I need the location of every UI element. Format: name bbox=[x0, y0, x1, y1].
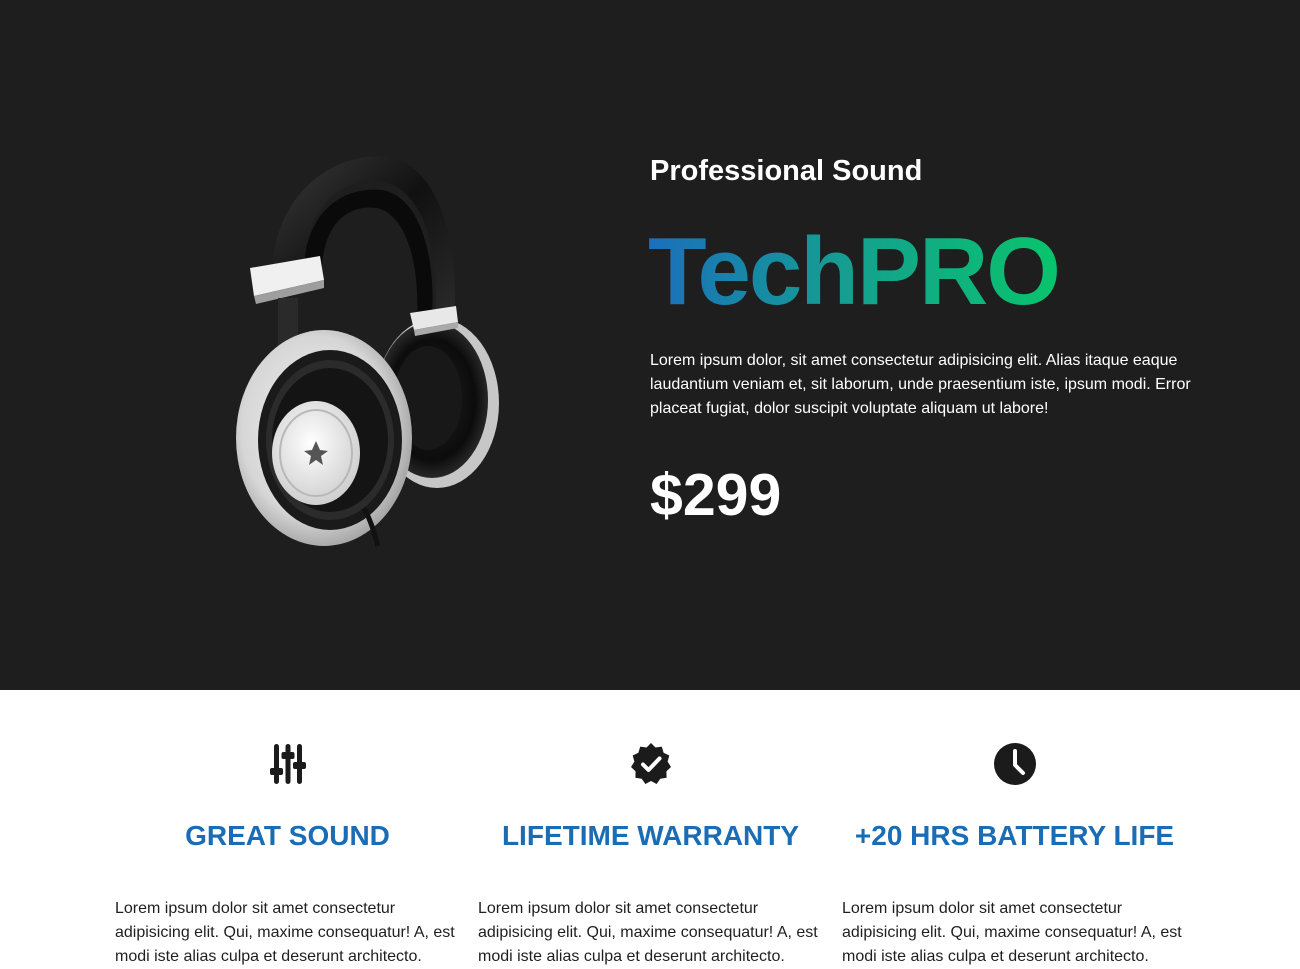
features-section: GREAT SOUND Lorem ipsum dolor sit amet c… bbox=[0, 690, 1300, 966]
badge-check-icon bbox=[630, 743, 671, 784]
feature-heading: +20 HRS BATTERY LIFE bbox=[854, 820, 1175, 851]
feature-lifetime-warranty: LIFETIME WARRANTY Lorem ipsum dolor sit … bbox=[478, 690, 823, 966]
hero-section: Professional Sound TechPRO Lorem ipsum d… bbox=[0, 0, 1300, 690]
feature-text: Lorem ipsum dolor sit amet consectetur a… bbox=[478, 900, 818, 965]
feature-battery-life: +20 HRS BATTERY LIFE Lorem ipsum dolor s… bbox=[842, 690, 1187, 966]
feature-text: Lorem ipsum dolor sit amet consectetur a… bbox=[842, 900, 1182, 965]
feature-heading: GREAT SOUND bbox=[185, 820, 390, 851]
clock-icon bbox=[993, 743, 1036, 785]
product-description: Lorem ipsum dolor, sit amet consectetur … bbox=[650, 352, 1191, 417]
feature-great-sound: GREAT SOUND Lorem ipsum dolor sit amet c… bbox=[115, 690, 460, 966]
product-subtitle: Professional Sound bbox=[650, 155, 923, 187]
brand-title: TechPRO bbox=[648, 218, 1061, 325]
feature-heading: LIFETIME WARRANTY bbox=[501, 820, 800, 851]
product-price: $299 bbox=[650, 462, 782, 528]
headphones-image bbox=[236, 156, 499, 547]
sliders-icon bbox=[269, 744, 306, 784]
feature-text: Lorem ipsum dolor sit amet consectetur a… bbox=[115, 900, 455, 965]
